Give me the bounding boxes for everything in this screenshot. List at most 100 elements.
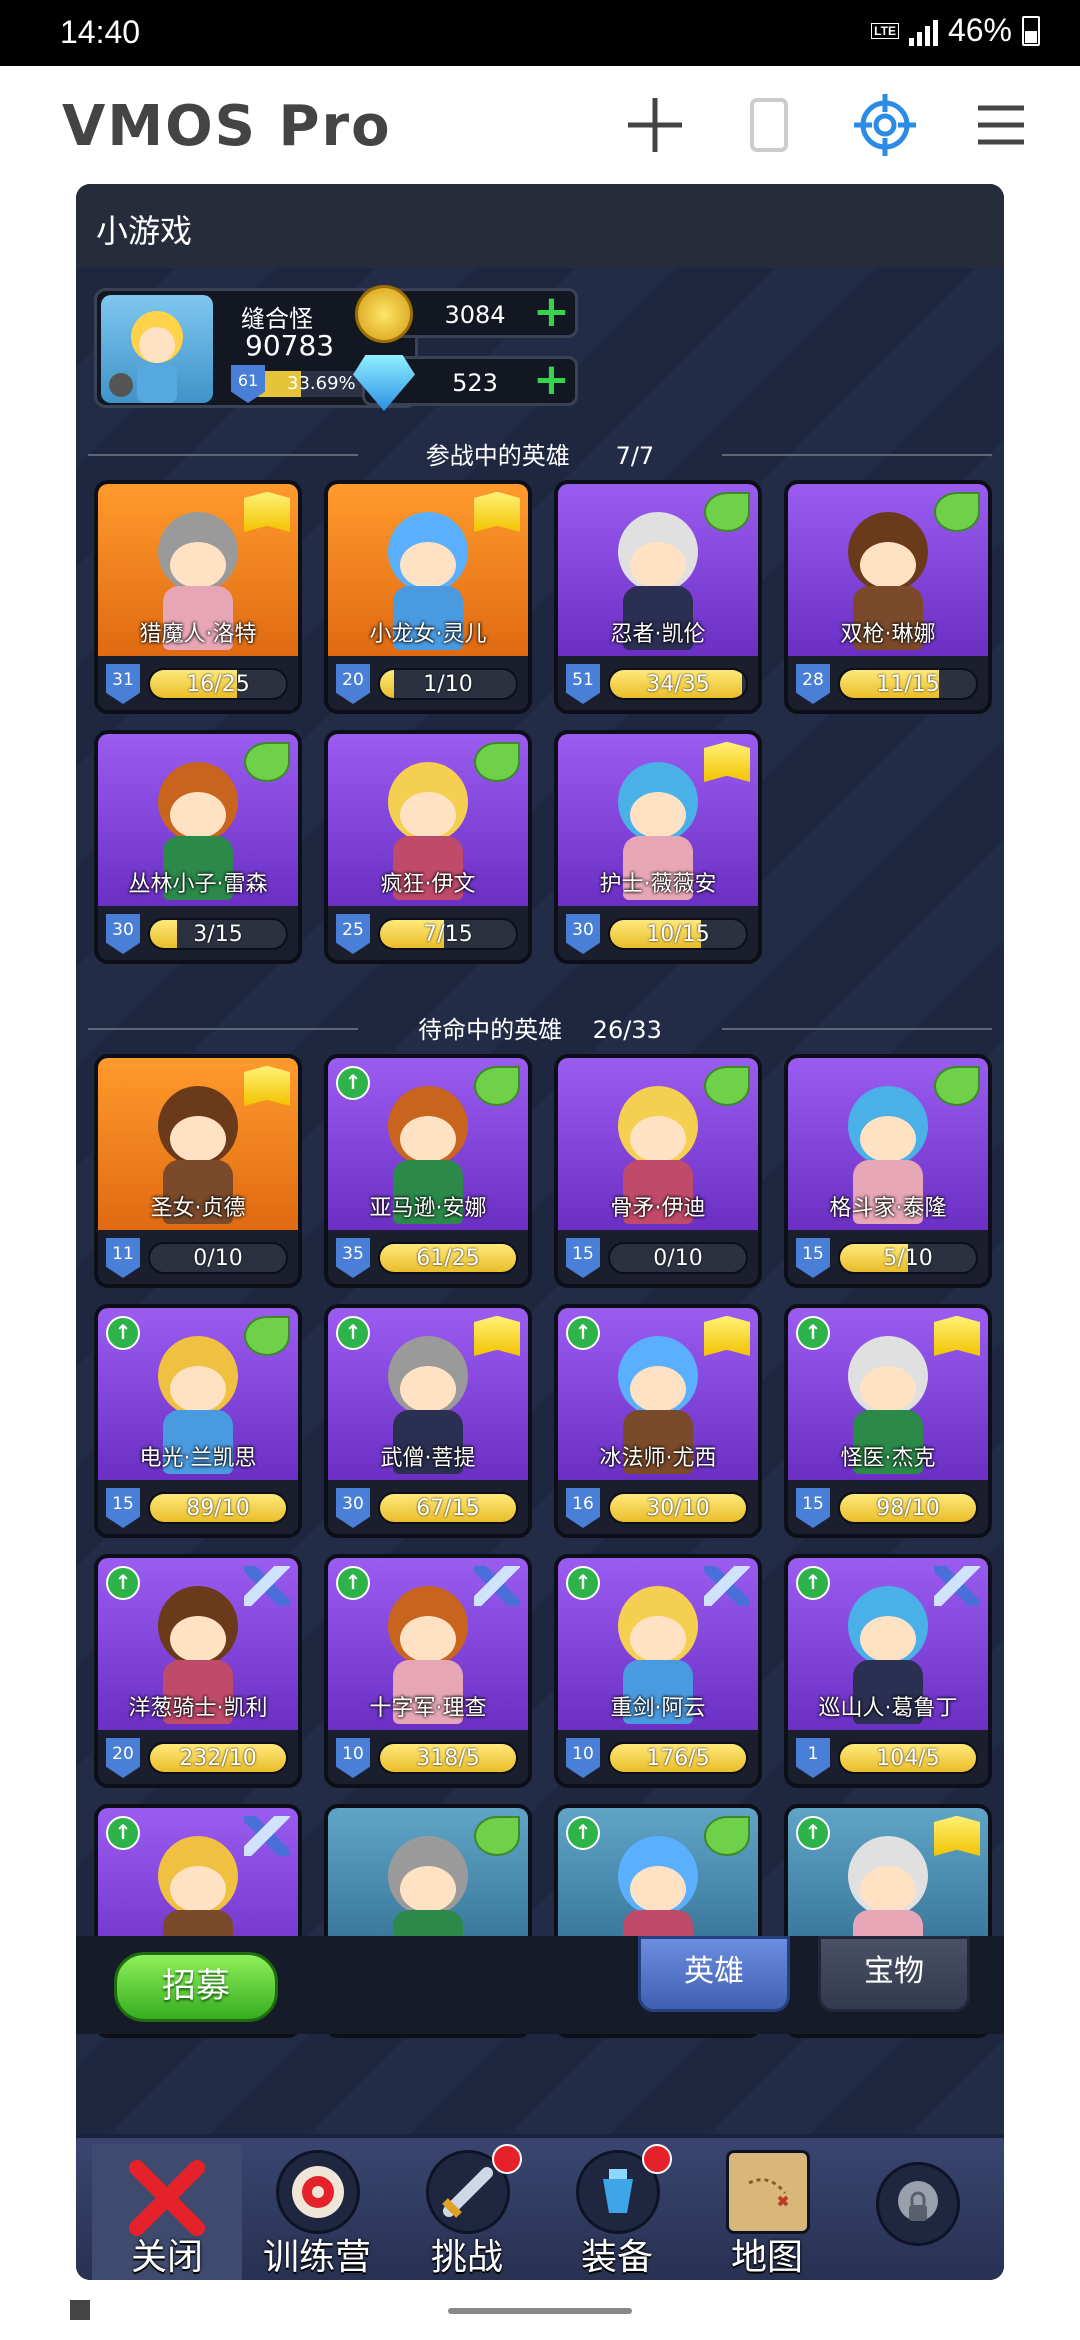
hero-name: 小龙女·灵儿 <box>369 622 487 647</box>
hero-shard-bar: 98/10 <box>838 1492 978 1524</box>
hero-shard-progress: 30/10 <box>646 1496 710 1521</box>
sword-icon <box>934 1566 980 1606</box>
hero-shard-progress: 61/25 <box>416 1246 480 1271</box>
nav-locked[interactable] <box>842 2144 992 2280</box>
hero-name: 重剑·阿云 <box>610 1696 706 1721</box>
hero-shard-bar: 10/15 <box>608 918 748 950</box>
standby-heroes-header: 待命中的英雄 26/33 <box>76 1010 1004 1050</box>
leaf-icon <box>934 492 980 532</box>
hero-card[interactable]: 疯狂·伊文 25 7/15 <box>324 730 532 964</box>
hero-stats: 15 5/10 <box>788 1230 988 1284</box>
recruit-button[interactable]: 招募 <box>114 1952 278 2022</box>
hero-card[interactable]: 武僧·菩提 ↑ 30 67/15 <box>324 1304 532 1538</box>
game-area: 缝合怪 90783 33.69% 61 3084 + 523 + 参战中的英雄 … <box>76 268 1004 2218</box>
nav-equipment[interactable]: 装备 <box>542 2144 692 2280</box>
battery-icon <box>1022 15 1040 46</box>
player-xp: 33.69% <box>287 373 356 394</box>
upgrade-arrow-icon: ↑ <box>336 1066 370 1100</box>
hero-card[interactable]: 圣女·贞德 11 0/10 <box>94 1054 302 1288</box>
hero-card[interactable]: 电光·兰凯思 ↑ 15 89/10 <box>94 1304 302 1538</box>
hero-card[interactable]: 十字军·理查 ↑ 10 318/5 <box>324 1554 532 1788</box>
status-bar: 14:40 LTE 46% <box>0 0 1080 66</box>
book-icon <box>704 742 750 782</box>
upgrade-arrow-icon: ↑ <box>566 1566 600 1600</box>
tab-treasure[interactable]: 宝物 <box>818 1936 970 2012</box>
upgrade-arrow-icon: ↑ <box>796 1566 830 1600</box>
book-icon <box>244 1066 290 1106</box>
hero-level: 30 <box>566 914 600 954</box>
hero-shard-progress: 16/25 <box>186 672 250 697</box>
hero-shard-progress: 3/15 <box>193 922 243 947</box>
hero-card[interactable]: 双枪·琳娜 28 11/15 <box>784 480 992 714</box>
recents-icon[interactable] <box>70 2300 90 2320</box>
hero-level: 28 <box>796 664 830 704</box>
hero-shard-progress: 98/10 <box>876 1496 940 1521</box>
hero-card[interactable]: 小龙女·灵儿 20 1/10 <box>324 480 532 714</box>
hero-shard-progress: 5/10 <box>883 1246 933 1271</box>
add-icon[interactable] <box>620 90 690 160</box>
hero-card[interactable]: 重剑·阿云 ↑ 10 176/5 <box>554 1554 762 1788</box>
nav-training-label: 训练营 <box>262 2237 371 2278</box>
hero-card[interactable]: 洋葱骑士·凯利 ↑ 20 232/10 <box>94 1554 302 1788</box>
add-gems-button[interactable]: + <box>533 358 570 402</box>
hero-name: 巡山人·葛鲁丁 <box>818 1696 958 1721</box>
gem-value: 523 <box>452 369 498 397</box>
app-bar: VMOS Pro <box>0 66 1080 184</box>
tab-heroes[interactable]: 英雄 <box>638 1936 790 2012</box>
hero-shard-progress: 232/10 <box>179 1746 257 1771</box>
hero-stats: 20 232/10 <box>98 1730 298 1784</box>
crosshair-icon[interactable] <box>850 90 920 160</box>
hero-card[interactable]: 丛林小子·雷森 30 3/15 <box>94 730 302 964</box>
hero-card[interactable]: 亚马逊·安娜 ↑ 35 61/25 <box>324 1054 532 1288</box>
hero-level: 30 <box>106 914 140 954</box>
window-icon[interactable] <box>734 90 804 160</box>
hero-level: 1 <box>796 1738 830 1778</box>
hero-card[interactable]: 猎魔人·洛特 31 16/25 <box>94 480 302 714</box>
home-gesture-bar[interactable] <box>448 2308 632 2314</box>
upgrade-arrow-icon: ↑ <box>566 1816 600 1850</box>
hero-shard-bar: 7/15 <box>378 918 518 950</box>
player-avatar[interactable] <box>101 295 213 403</box>
player-level: 61 <box>231 365 265 403</box>
sword-icon <box>244 1816 290 1856</box>
active-heroes-grid: 猎魔人·洛特 31 16/25 小龙女·灵儿 20 1/10 忍者·凯伦 51 34/35 双枪·… <box>94 480 992 964</box>
hero-level: 15 <box>796 1238 830 1278</box>
hero-name: 怪医·杰克 <box>840 1446 936 1471</box>
menu-icon[interactable] <box>966 90 1036 160</box>
locked-icon <box>876 2162 960 2246</box>
hero-card[interactable]: 怪医·杰克 ↑ 15 98/10 <box>784 1304 992 1538</box>
hero-card[interactable]: 格斗家·泰隆 15 5/10 <box>784 1054 992 1288</box>
hero-stats: 10 176/5 <box>558 1730 758 1784</box>
upgrade-arrow-icon: ↑ <box>106 1566 140 1600</box>
upgrade-arrow-icon: ↑ <box>796 1316 830 1350</box>
hero-shard-progress: 34/35 <box>646 672 710 697</box>
nav-map[interactable]: 地图 <box>692 2144 842 2280</box>
signal-icon <box>908 16 938 46</box>
hero-shard-bar: 34/35 <box>608 668 748 700</box>
hero-card[interactable]: 忍者·凯伦 51 34/35 <box>554 480 762 714</box>
hero-card[interactable]: 巡山人·葛鲁丁 ↑ 1 104/5 <box>784 1554 992 1788</box>
gem-counter: 523 + <box>353 355 578 411</box>
hero-level: 15 <box>566 1238 600 1278</box>
hero-level: 30 <box>336 1488 370 1528</box>
hero-stats: 30 3/15 <box>98 906 298 960</box>
hero-card[interactable]: 护士·薇薇安 30 10/15 <box>554 730 762 964</box>
nav-close[interactable]: 关闭 <box>92 2144 242 2280</box>
nav-training[interactable]: 训练营 <box>242 2144 392 2280</box>
add-gold-button[interactable]: + <box>533 290 570 334</box>
hero-stats: 28 11/15 <box>788 656 988 710</box>
hero-name: 圣女·贞德 <box>150 1196 246 1221</box>
hero-stats: 25 7/15 <box>328 906 528 960</box>
hero-name: 疯狂·伊文 <box>380 872 476 897</box>
map-icon <box>726 2150 810 2234</box>
hero-level: 10 <box>336 1738 370 1778</box>
hero-card[interactable]: 骨矛·伊迪 15 0/10 <box>554 1054 762 1288</box>
hero-level: 11 <box>106 1238 140 1278</box>
nav-challenge[interactable]: 挑战 <box>392 2144 542 2280</box>
hero-card[interactable]: 冰法师·尤西 ↑ 16 30/10 <box>554 1304 762 1538</box>
app-title: VMOS Pro <box>62 94 392 159</box>
hero-shard-bar: 67/15 <box>378 1492 518 1524</box>
hero-stats: 10 318/5 <box>328 1730 528 1784</box>
standby-heroes-label: 待命中的英雄 <box>418 1016 563 1044</box>
hero-shard-bar: 11/15 <box>838 668 978 700</box>
